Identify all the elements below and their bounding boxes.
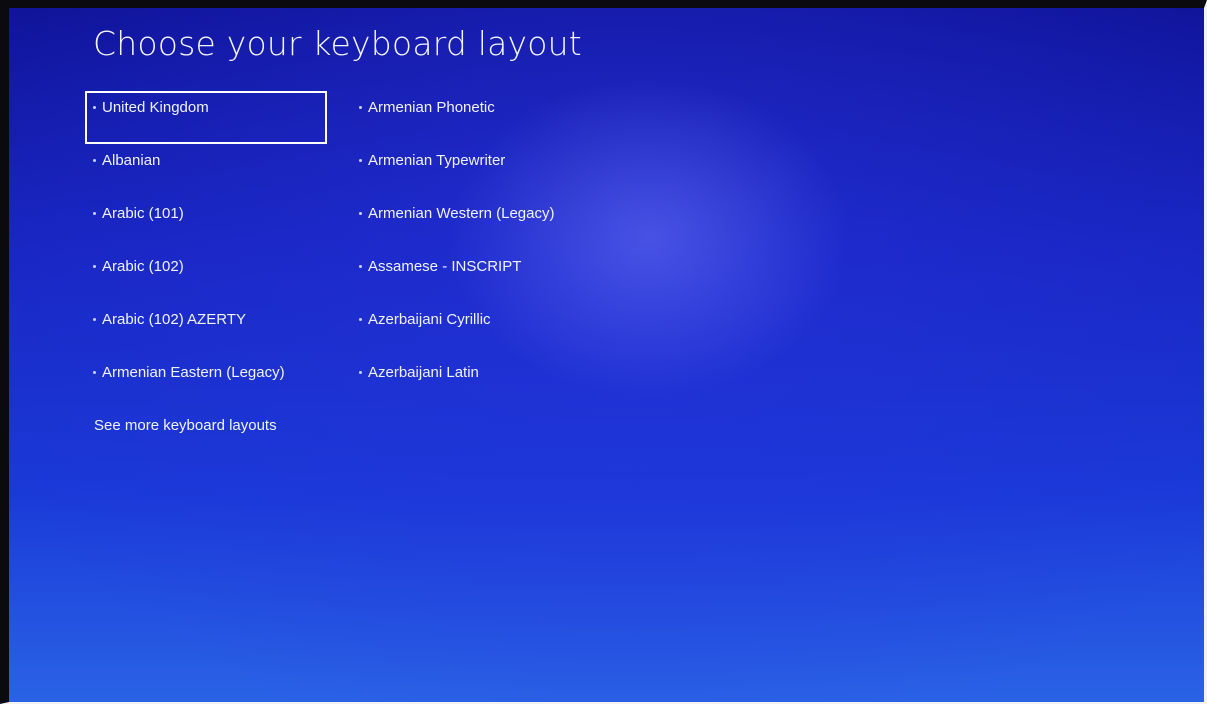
option-row: Assamese - INSCRIPT xyxy=(359,258,521,275)
option-label: Azerbaijani Latin xyxy=(368,364,479,381)
option-row: Arabic (101) xyxy=(93,205,184,222)
layout-option-azerbaijani-latin[interactable]: Azerbaijani Latin xyxy=(351,356,601,409)
layout-option-armenian-typewriter[interactable]: Armenian Typewriter xyxy=(351,144,601,197)
option-label: Armenian Eastern (Legacy) xyxy=(102,364,285,381)
option-row: Azerbaijani Cyrillic xyxy=(359,311,491,328)
page-title: Choose your keyboard layout xyxy=(93,24,582,63)
option-label: United Kingdom xyxy=(102,99,209,116)
option-label: Armenian Typewriter xyxy=(368,152,506,169)
bullet-icon xyxy=(359,106,362,109)
option-row: Azerbaijani Latin xyxy=(359,364,479,381)
layout-option-armenian-western-legacy[interactable]: Armenian Western (Legacy) xyxy=(351,197,601,250)
bullet-icon xyxy=(93,212,96,215)
bullet-icon xyxy=(359,265,362,268)
bullet-icon xyxy=(359,212,362,215)
option-label: Armenian Phonetic xyxy=(368,99,495,116)
layout-option-united-kingdom[interactable]: United Kingdom xyxy=(85,91,327,144)
option-row: Armenian Phonetic xyxy=(359,99,495,116)
option-label: Arabic (102) AZERTY xyxy=(102,311,246,328)
see-more-keyboard-layouts-link[interactable]: See more keyboard layouts xyxy=(94,417,277,434)
option-label: Arabic (101) xyxy=(102,205,184,222)
option-row: Arabic (102) AZERTY xyxy=(93,311,246,328)
option-row: Albanian xyxy=(93,152,160,169)
option-label: Albanian xyxy=(102,152,161,169)
bullet-icon xyxy=(93,159,96,162)
layout-option-assamese-inscript[interactable]: Assamese - INSCRIPT xyxy=(351,250,601,303)
option-label: Azerbaijani Cyrillic xyxy=(368,311,491,328)
layout-option-armenian-eastern-legacy[interactable]: Armenian Eastern (Legacy) xyxy=(85,356,327,409)
bullet-icon xyxy=(359,318,362,321)
bullet-icon xyxy=(93,265,96,268)
option-label: Arabic (102) xyxy=(102,258,184,275)
keyboard-layout-screen: Choose your keyboard layout United Kingd… xyxy=(9,8,1204,702)
bullet-icon xyxy=(359,159,362,162)
option-label: Armenian Western (Legacy) xyxy=(368,205,555,222)
bullet-icon xyxy=(93,371,96,374)
option-row: Armenian Eastern (Legacy) xyxy=(93,364,285,381)
bullet-icon xyxy=(93,318,96,321)
layout-option-arabic-102[interactable]: Arabic (102) xyxy=(85,250,327,303)
layout-option-arabic-101[interactable]: Arabic (101) xyxy=(85,197,327,250)
layout-option-albanian[interactable]: Albanian xyxy=(85,144,327,197)
option-row: Armenian Typewriter xyxy=(359,152,505,169)
layout-option-armenian-phonetic[interactable]: Armenian Phonetic xyxy=(351,91,601,144)
layout-option-arabic-102-azerty[interactable]: Arabic (102) AZERTY xyxy=(85,303,327,356)
bullet-icon xyxy=(93,106,96,109)
option-row: Armenian Western (Legacy) xyxy=(359,205,554,222)
option-row: Arabic (102) xyxy=(93,258,184,275)
layout-option-azerbaijani-cyrillic[interactable]: Azerbaijani Cyrillic xyxy=(351,303,601,356)
option-row: United Kingdom xyxy=(93,99,209,116)
option-label: Assamese - INSCRIPT xyxy=(368,258,522,275)
bullet-icon xyxy=(359,371,362,374)
